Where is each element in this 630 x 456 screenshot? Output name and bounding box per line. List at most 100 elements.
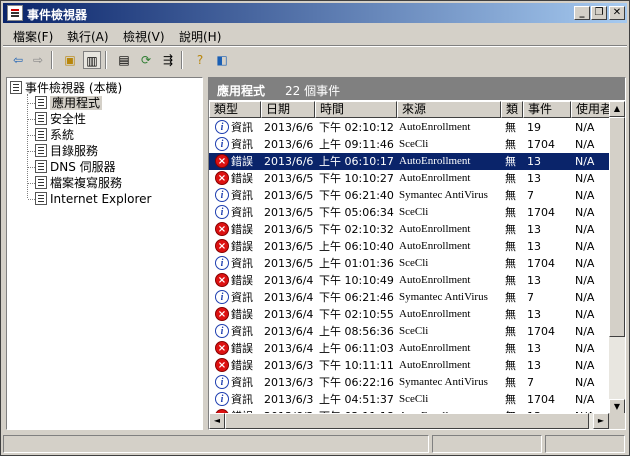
scroll-left-button[interactable]: ◄ <box>209 413 225 429</box>
table-row[interactable]: × 錯誤 2013/6/4 上午 06:11:03 AutoEnrollment 無 13 N… <box>209 340 609 357</box>
error-icon: × <box>215 273 229 287</box>
cell-source: AutoEnrollment <box>399 240 471 252</box>
close-button[interactable]: ✕ <box>609 6 625 20</box>
tree-item-label: 目錄服務 <box>50 144 99 158</box>
column-header-category[interactable]: 類 <box>501 101 523 118</box>
log-icon <box>35 96 47 109</box>
table-row[interactable]: i 資訊 2013/6/5 下午 06:21:40 Symantec AntiVirus… <box>209 187 609 204</box>
help-icon[interactable]: ? <box>191 51 209 69</box>
info-icon: i <box>215 120 229 134</box>
vertical-scrollbar[interactable]: ▲ ▼ <box>609 101 625 415</box>
scroll-right-button[interactable]: ► <box>593 413 609 429</box>
info-icon: i <box>215 290 229 304</box>
error-icon: × <box>215 307 229 321</box>
error-icon: × <box>215 222 229 236</box>
forward-icon[interactable]: ⇨ <box>29 51 47 69</box>
table-row[interactable]: × 錯誤 2013/6/5 下午 10:10:27 AutoEnrollment 無 13 N… <box>209 170 609 187</box>
tree-item-dns-server[interactable]: DNS 伺服器 <box>35 159 116 175</box>
restore-button[interactable]: ❐ <box>591 6 607 20</box>
show-hide-action-pane-icon[interactable]: ◧ <box>213 51 231 69</box>
console-tree[interactable]: 事件檢視器 (本機) 應用程式 安全性 系統 目錄服務 DNS 伺服器 檔案複寫… <box>6 77 203 430</box>
column-header-time[interactable]: 時間 <box>315 101 397 118</box>
table-row[interactable]: × 錯誤 2013/6/4 下午 02:10:55 AutoEnrollment 無 13 N… <box>209 306 609 323</box>
back-icon[interactable]: ⇦ <box>9 51 27 69</box>
cell-cat: 無 <box>505 308 516 321</box>
cell-source: AutoEnrollment <box>399 223 471 235</box>
event-list-pane: 應用程式 22 個事件 類型 日期 時間 來源 類 事件 使用者 i 資訊 2013… <box>208 77 626 430</box>
horizontal-scroll-thumb[interactable] <box>225 413 589 429</box>
cell-user: N/A <box>575 359 595 372</box>
column-header-source[interactable]: 來源 <box>397 101 501 118</box>
table-row[interactable]: i 資訊 2013/6/5 上午 01:01:36 SceCli 無 1704 N/A <box>209 255 609 272</box>
table-row[interactable]: i 資訊 2013/6/4 下午 06:21:46 Symantec AntiVirus… <box>209 289 609 306</box>
cell-user: N/A <box>575 206 595 219</box>
table-row[interactable]: × 錯誤 2013/6/5 下午 02:10:32 AutoEnrollment 無 13 N… <box>209 221 609 238</box>
table-row[interactable]: i 資訊 2013/6/6 上午 09:11:46 SceCli 無 1704 N/A <box>209 136 609 153</box>
tree-item-security[interactable]: 安全性 <box>35 111 86 127</box>
cell-cat: 無 <box>505 240 516 253</box>
error-icon: × <box>215 341 229 355</box>
table-row[interactable]: i 資訊 2013/6/3 上午 04:51:37 SceCli 無 1704 N/A <box>209 391 609 408</box>
log-icon <box>35 144 47 157</box>
menu-view[interactable]: 檢視(V) <box>123 28 165 45</box>
cell-type: 錯誤 <box>231 308 253 321</box>
table-row[interactable]: × 錯誤 2013/6/3 下午 10:11:11 AutoEnrollment 無 13 N… <box>209 357 609 374</box>
cell-event: 1704 <box>527 393 555 406</box>
table-row[interactable]: i 資訊 2013/6/4 上午 08:56:36 SceCli 無 1704 N/A <box>209 323 609 340</box>
horizontal-scrollbar[interactable]: ◄ ► <box>209 413 609 429</box>
cell-date: 2013/6/5 <box>264 206 314 219</box>
event-viewer-app-icon[interactable] <box>7 5 23 21</box>
menu-help[interactable]: 說明(H) <box>179 28 221 45</box>
export-list-icon[interactable]: ⇶ <box>159 51 177 69</box>
cell-time: 下午 05:06:34 <box>319 206 394 219</box>
menu-bar: 檔案(F) 執行(A) 檢視(V) 說明(H) <box>3 25 627 45</box>
toolbar-separator <box>51 51 53 69</box>
tree-item-application[interactable]: 應用程式 <box>35 95 103 111</box>
menu-file[interactable]: 檔案(F) <box>13 28 53 45</box>
cell-source: SceCli <box>399 257 429 269</box>
tree-item-directory-service[interactable]: 目錄服務 <box>35 143 98 159</box>
cell-event: 7 <box>527 189 534 202</box>
show-hide-tree-icon[interactable]: ▥ <box>83 51 101 69</box>
table-row[interactable]: i 資訊 2013/6/6 下午 02:10:12 AutoEnrollment 無 19 N… <box>209 119 609 136</box>
refresh-icon[interactable]: ⟳ <box>137 51 155 69</box>
table-row[interactable]: i 資訊 2013/6/5 下午 05:06:34 SceCli 無 1704 N/A <box>209 204 609 221</box>
column-header-date[interactable]: 日期 <box>261 101 315 118</box>
cell-cat: 無 <box>505 359 516 372</box>
toolbar: ⇦ ⇨ ▣ ▥ ▤ ⟳ ⇶ ? ◧ <box>3 48 627 72</box>
cell-user: N/A <box>575 172 595 185</box>
scroll-up-button[interactable]: ▲ <box>609 101 625 117</box>
tree-item-label: 應用程式 <box>50 96 103 110</box>
cell-source: AutoEnrollment <box>399 308 471 320</box>
cell-date: 2013/6/4 <box>264 325 314 338</box>
menu-action[interactable]: 執行(A) <box>67 28 109 45</box>
tree-item-file-replication[interactable]: 檔案複寫服務 <box>35 175 122 191</box>
cell-time: 下午 06:21:40 <box>319 189 394 202</box>
minimize-button[interactable]: _ <box>574 6 590 20</box>
title-bar[interactable]: 事件檢視器 _ ❐ ✕ <box>3 3 627 23</box>
properties-icon[interactable]: ▤ <box>115 51 133 69</box>
cell-source: AutoEnrollment <box>399 172 471 184</box>
cell-time: 下午 10:10:27 <box>319 172 394 185</box>
event-rows: i 資訊 2013/6/6 下午 02:10:12 AutoEnrollment 無 19 N… <box>209 119 609 415</box>
table-row[interactable]: × 錯誤 2013/6/5 上午 06:10:40 AutoEnrollment 無 13 N… <box>209 238 609 255</box>
tree-item-internet-explorer[interactable]: Internet Explorer <box>35 191 151 207</box>
cell-date: 2013/6/5 <box>264 189 314 202</box>
tree-item-system[interactable]: 系統 <box>35 127 74 143</box>
cell-cat: 無 <box>505 155 516 168</box>
cell-date: 2013/6/6 <box>264 155 314 168</box>
table-row[interactable]: i 資訊 2013/6/3 下午 06:22:16 Symantec AntiVirus… <box>209 374 609 391</box>
cell-time: 下午 06:22:16 <box>319 376 394 389</box>
cell-event: 1704 <box>527 206 555 219</box>
cell-cat: 無 <box>505 325 516 338</box>
column-header-event[interactable]: 事件 <box>523 101 571 118</box>
column-header-type[interactable]: 類型 <box>209 101 261 118</box>
cell-time: 上午 06:10:40 <box>319 240 394 253</box>
table-row[interactable]: × 錯誤 2013/6/6 上午 06:10:17 AutoEnrollment 無 13 N… <box>209 153 609 170</box>
cell-event: 19 <box>527 121 541 134</box>
up-folder-icon[interactable]: ▣ <box>61 51 79 69</box>
vertical-scroll-thumb[interactable] <box>609 117 625 337</box>
cell-type: 資訊 <box>231 138 253 151</box>
cell-type: 錯誤 <box>231 240 253 253</box>
table-row[interactable]: × 錯誤 2013/6/4 下午 10:10:49 AutoEnrollment 無 13 N… <box>209 272 609 289</box>
